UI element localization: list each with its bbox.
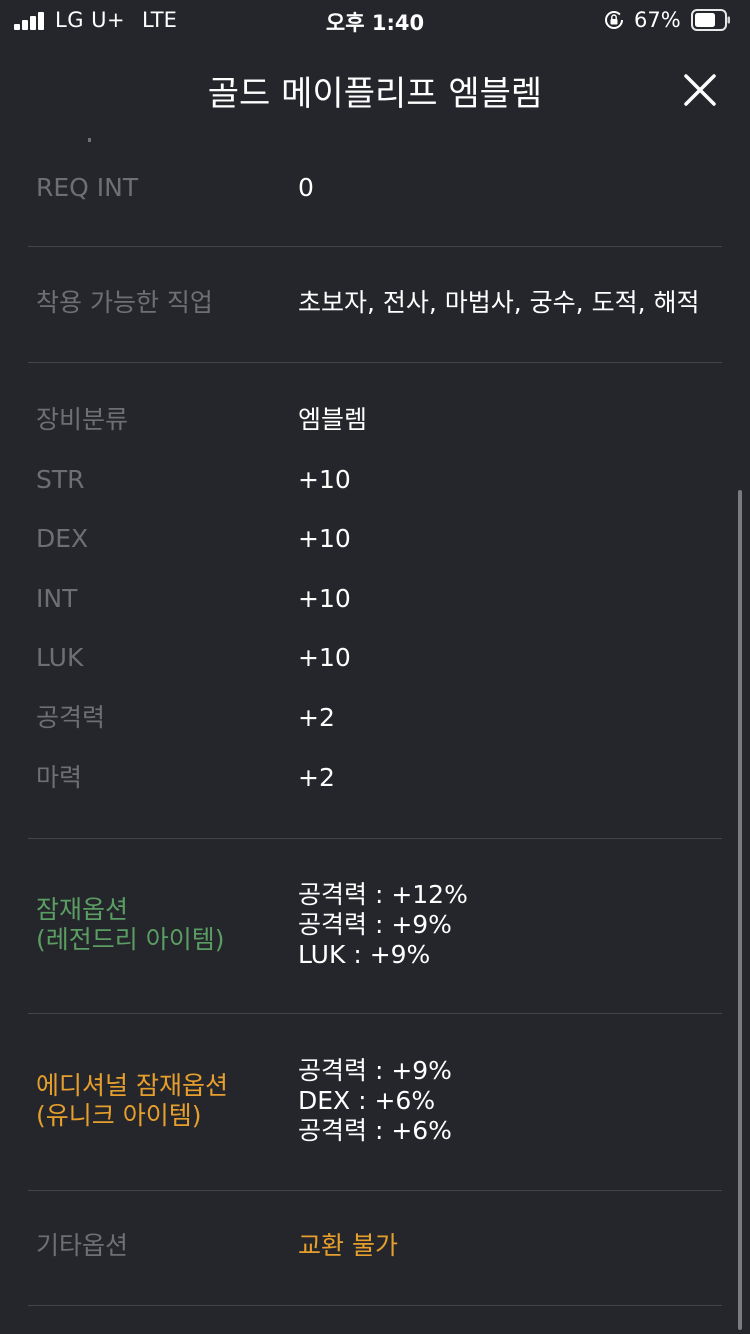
additional-potential-label-grade: 에디셔널 잠재옵션: [36, 1071, 228, 1100]
item-detail-scroll[interactable]: REQ INT 0 착용 가능한 직업 초보자, 전사, 마법사, 궁수, 도적…: [0, 130, 750, 1334]
potential-row: 잠재옵션 (레전드리 아이템) 공격력 : +12% 공격력 : +9% LUK…: [36, 880, 722, 972]
battery-percent: 67%: [634, 8, 681, 32]
stat-label: 장비분류: [36, 405, 129, 434]
modal-header: 골드 메이플리프 엠블렘: [0, 48, 750, 130]
additional-potential-line: 공격력 : +9%: [298, 1056, 452, 1085]
stat-value: 엠블렘: [298, 405, 368, 434]
jobs-label: 착용 가능한 직업: [36, 288, 213, 317]
stat-value: +2: [298, 763, 335, 792]
close-icon: [684, 74, 716, 106]
req-int-label: REQ INT: [36, 173, 139, 202]
rotation-lock-icon: [605, 11, 623, 29]
additional-potential-line: DEX : +6%: [298, 1086, 436, 1115]
potential-label-grade: 잠재옵션: [36, 895, 129, 924]
stat-label: STR: [36, 465, 85, 494]
status-bar: LG U+ LTE 오후 1:40 67%: [0, 0, 750, 40]
additional-potential-row: 에디셔널 잠재옵션 (유니크 아이템) 공격력 : +9% DEX : +6% …: [36, 1056, 722, 1148]
jobs-section: 착용 가능한 직업 초보자, 전사, 마법사, 궁수, 도적, 해적: [28, 247, 722, 363]
stat-value: +10: [298, 643, 351, 672]
stat-label: 마력: [36, 763, 83, 792]
scrollbar[interactable]: [738, 490, 742, 1330]
potential-values: 공격력 : +12% 공격력 : +9% LUK : +9%: [298, 880, 468, 970]
requirements-section: REQ INT 0: [28, 130, 722, 247]
other-options-section: 기타옵션 교환 불가: [28, 1191, 722, 1306]
potential-line: 공격력 : +12%: [298, 880, 468, 909]
stat-label: 공격력: [36, 703, 106, 732]
stat-label: INT: [36, 584, 78, 613]
stat-label: LUK: [36, 643, 84, 672]
potential-section: 잠재옵션 (레전드리 아이템) 공격력 : +12% 공격력 : +9% LUK…: [28, 839, 722, 1014]
additional-potential-values: 공격력 : +9% DEX : +6% 공격력 : +6%: [298, 1056, 452, 1146]
req-int-value: 0: [298, 173, 314, 202]
additional-potential-section: 에디셔널 잠재옵션 (유니크 아이템) 공격력 : +9% DEX : +6% …: [28, 1014, 722, 1191]
other-options-value: 교환 불가: [298, 1231, 398, 1260]
page-title: 골드 메이플리프 엠블렘: [207, 74, 543, 114]
potential-line: LUK : +9%: [298, 940, 431, 969]
stat-value: +2: [298, 703, 335, 732]
potential-label: 잠재옵션 (레전드리 아이템): [36, 895, 224, 955]
stat-value: +10: [298, 465, 351, 494]
potential-line: 공격력 : +9%: [298, 910, 452, 939]
additional-potential-label-tier: (유니크 아이템): [36, 1101, 202, 1130]
other-options-label: 기타옵션: [36, 1231, 129, 1260]
additional-potential-label: 에디셔널 잠재옵션 (유니크 아이템): [36, 1071, 228, 1131]
stats-section: 장비분류 엠블렘 STR +10 DEX +10 INT +10 LUK +10…: [28, 363, 722, 839]
stat-value: +10: [298, 524, 351, 553]
battery-icon: [691, 9, 730, 31]
stat-label: DEX: [36, 524, 89, 553]
jobs-value: 초보자, 전사, 마법사, 궁수, 도적, 해적: [298, 288, 700, 317]
potential-label-tier: (레전드리 아이템): [36, 925, 225, 954]
close-button[interactable]: [676, 66, 724, 114]
stat-value: +10: [298, 584, 351, 613]
additional-potential-line: 공격력 : +6%: [298, 1116, 452, 1145]
